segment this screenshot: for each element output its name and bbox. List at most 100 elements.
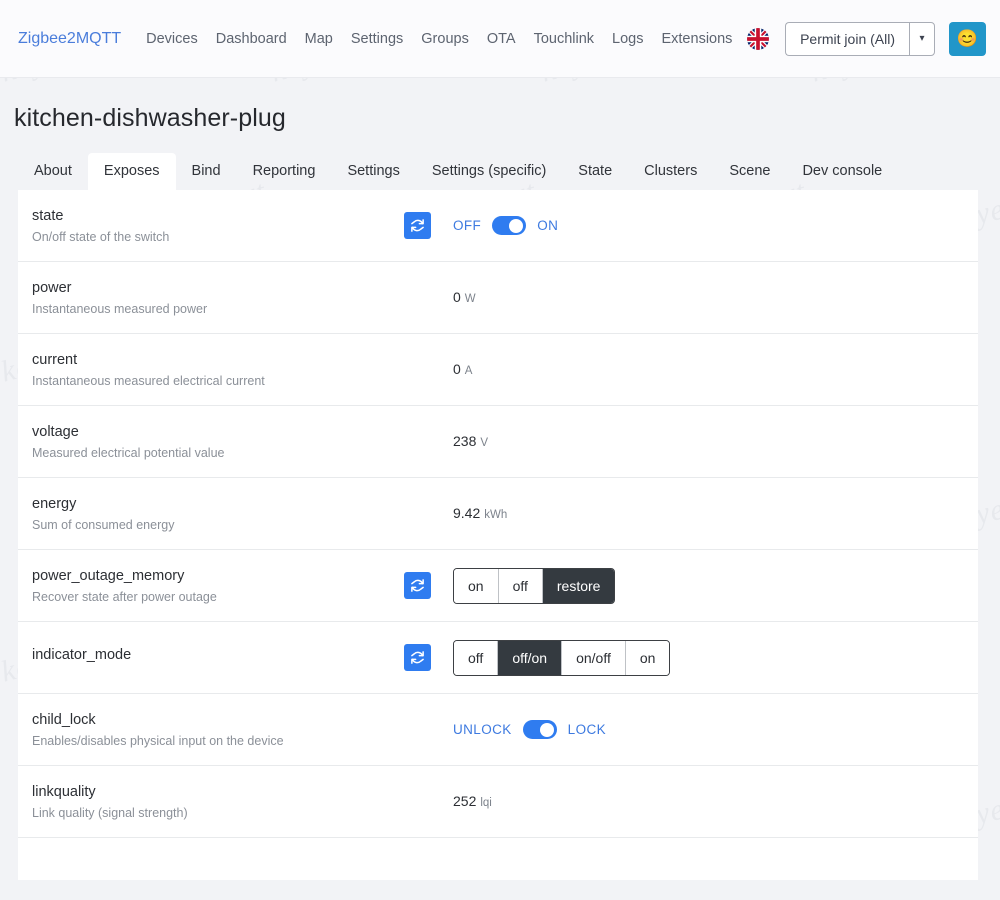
- chevron-down-icon[interactable]: ▾: [909, 22, 935, 56]
- uk-flag-icon[interactable]: [747, 28, 769, 50]
- nav-link-logs[interactable]: Logs: [603, 27, 652, 51]
- expose-description: Instantaneous measured power: [32, 302, 404, 316]
- option-button-on[interactable]: on: [626, 641, 670, 675]
- toggle-off-label[interactable]: OFF: [453, 218, 481, 233]
- expose-description: Measured electrical potential value: [32, 446, 404, 460]
- nav-link-settings[interactable]: Settings: [342, 27, 412, 51]
- tab-dev-console[interactable]: Dev console: [786, 153, 898, 190]
- tab-bind[interactable]: Bind: [176, 153, 237, 190]
- option-button-on[interactable]: on: [454, 569, 499, 603]
- expose-control: 9.42 kWh: [404, 505, 978, 523]
- tab-scene[interactable]: Scene: [713, 153, 786, 190]
- smiling-face-icon-button[interactable]: 😊: [949, 22, 986, 56]
- option-button-group: offoff/onon/offon: [453, 640, 670, 676]
- expose-label-block: linkquality Link quality (signal strength…: [32, 784, 404, 820]
- nav-link-ota[interactable]: OTA: [478, 27, 525, 51]
- page-title: kitchen-dishwasher-plug: [0, 78, 1000, 133]
- option-button-group: onoffrestore: [453, 568, 615, 604]
- value-number: 252: [453, 793, 476, 809]
- refresh-icon-button[interactable]: [404, 644, 431, 671]
- value-display: 252 lqi: [453, 793, 492, 811]
- expose-description: Recover state after power outage: [32, 590, 404, 604]
- value-display: 0W: [453, 289, 476, 307]
- tab-exposes[interactable]: Exposes: [88, 153, 176, 190]
- expose-control: 238 V: [404, 433, 978, 451]
- expose-label-block: powerInstantaneous measured power: [32, 280, 404, 316]
- value-unit: A: [465, 365, 473, 377]
- tab-reporting[interactable]: Reporting: [237, 153, 332, 190]
- value-number: 238: [453, 433, 476, 449]
- value-unit: V: [480, 437, 488, 449]
- option-button-restore[interactable]: restore: [543, 569, 615, 603]
- tab-settings[interactable]: Settings: [331, 153, 415, 190]
- expose-label-block: indicator_mode: [32, 647, 404, 669]
- nav-link-groups[interactable]: Groups: [412, 27, 478, 51]
- device-tabs: AboutExposesBindReportingSettingsSetting…: [0, 133, 1000, 190]
- expose-row-current: current Instantaneous measured electrical…: [18, 334, 978, 406]
- toggle-knob: [509, 219, 523, 233]
- value-number: 0: [453, 361, 461, 377]
- value-display: 9.42 kWh: [453, 505, 507, 523]
- expose-control: 0A: [404, 361, 978, 379]
- expose-control: UNLOCK LOCK: [404, 720, 978, 739]
- expose-description: Link quality (signal strength): [32, 806, 404, 820]
- expose-label-block: power_outage_memory Recover state after p…: [32, 568, 404, 604]
- nav-link-dashboard[interactable]: Dashboard: [207, 27, 296, 51]
- nav-right-controls: Permit join (All) ▾ 😊: [747, 22, 986, 56]
- option-button-off[interactable]: off: [454, 641, 498, 675]
- expose-description: Instantaneous measured electrical curren…: [32, 374, 404, 388]
- expose-description: Enables/disables physical input on the d…: [32, 734, 404, 748]
- refresh-icon-button[interactable]: [404, 572, 431, 599]
- expose-control: 252 lqi: [404, 793, 978, 811]
- toggle-off-label[interactable]: UNLOCK: [453, 722, 512, 737]
- toggle-on-label[interactable]: ON: [537, 218, 558, 233]
- expose-row-power: powerInstantaneous measured power 0W: [18, 262, 978, 334]
- expose-row-linkquality: linkquality Link quality (signal strength…: [18, 766, 978, 838]
- expose-row-child-lock: child_lock Enables/disables physical inpu…: [18, 694, 978, 766]
- expose-row-voltage: voltage Measured electrical potential val…: [18, 406, 978, 478]
- expose-control: offoff/onon/offon: [404, 640, 978, 676]
- value-unit: kWh: [484, 509, 507, 521]
- expose-row-energy: energySum of consumed energy 9.42 kWh: [18, 478, 978, 550]
- expose-name: indicator_mode: [32, 647, 404, 663]
- toggle-control: UNLOCK LOCK: [453, 720, 606, 739]
- expose-control: 0W: [404, 289, 978, 307]
- value-unit: lqi: [480, 797, 492, 809]
- nav-link-touchlink[interactable]: Touchlink: [525, 27, 603, 51]
- option-button-off-on[interactable]: off/on: [498, 641, 562, 675]
- nav-link-map[interactable]: Map: [296, 27, 342, 51]
- value-number: 0: [453, 289, 461, 305]
- tab-settings-specific-[interactable]: Settings (specific): [416, 153, 562, 190]
- toggle-switch[interactable]: [523, 720, 557, 739]
- tab-clusters[interactable]: Clusters: [628, 153, 713, 190]
- tab-about[interactable]: About: [18, 153, 88, 190]
- option-button-off[interactable]: off: [499, 569, 543, 603]
- toggle-switch[interactable]: [492, 216, 526, 235]
- expose-name: linkquality: [32, 784, 404, 800]
- nav-links: DevicesDashboardMapSettingsGroupsOTATouc…: [137, 27, 747, 51]
- expose-name: voltage: [32, 424, 404, 440]
- expose-label-block: voltage Measured electrical potential val…: [32, 424, 404, 460]
- expose-row-state: stateOn/off state of the switch OFF ON: [18, 190, 978, 262]
- tab-state[interactable]: State: [562, 153, 628, 190]
- option-button-on-off[interactable]: on/off: [562, 641, 626, 675]
- expose-name: child_lock: [32, 712, 404, 728]
- expose-label-block: current Instantaneous measured electrical…: [32, 352, 404, 388]
- permit-join-split-button: Permit join (All) ▾: [785, 22, 935, 56]
- expose-name: energy: [32, 496, 404, 512]
- refresh-icon-button[interactable]: [404, 212, 431, 239]
- toggle-on-label[interactable]: LOCK: [568, 722, 606, 737]
- expose-description: On/off state of the switch: [32, 230, 404, 244]
- permit-join-button[interactable]: Permit join (All): [785, 22, 909, 56]
- toggle-control: OFF ON: [453, 216, 558, 235]
- exposes-panel: stateOn/off state of the switch OFF ON powe…: [18, 190, 978, 880]
- expose-name: current: [32, 352, 404, 368]
- expose-label-block: stateOn/off state of the switch: [32, 208, 404, 244]
- brand-logo-link[interactable]: Zigbee2MQTT: [18, 30, 121, 48]
- nav-link-devices[interactable]: Devices: [137, 27, 207, 51]
- expose-row-indicator-mode: indicator_mode offoff/onon/offon: [18, 622, 978, 694]
- nav-link-extensions[interactable]: Extensions: [652, 27, 741, 51]
- expose-name: power_outage_memory: [32, 568, 404, 584]
- expose-label-block: energySum of consumed energy: [32, 496, 404, 532]
- value-number: 9.42: [453, 505, 480, 521]
